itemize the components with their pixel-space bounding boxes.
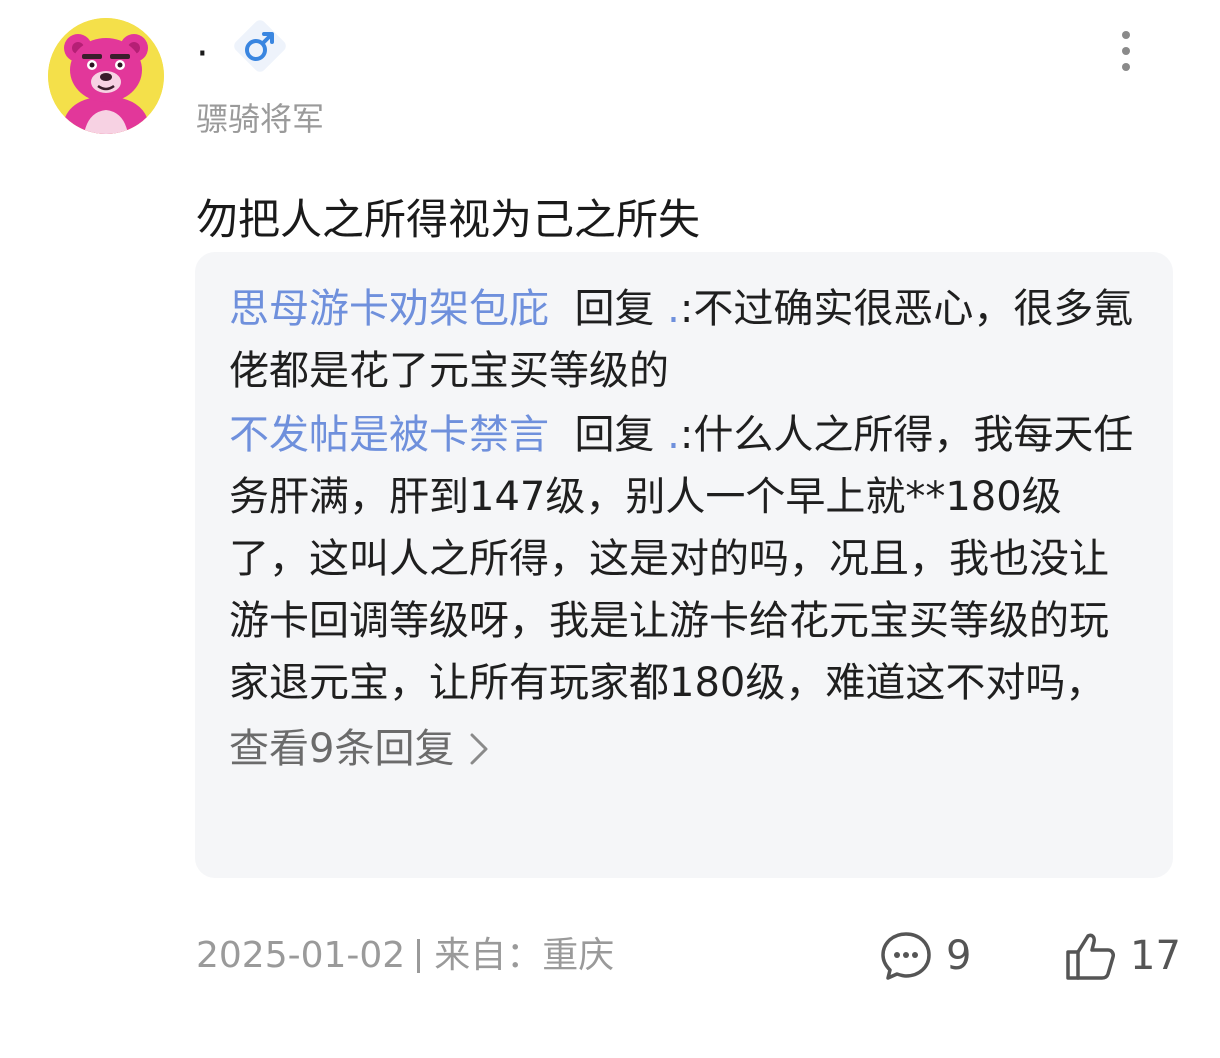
more-options-button[interactable] xyxy=(1106,26,1146,76)
view-more-replies-link[interactable]: 查看9条回复 xyxy=(229,718,494,780)
view-more-replies-label: 查看9条回复 xyxy=(229,726,455,772)
bear-avatar-icon xyxy=(48,18,164,134)
reply-item[interactable]: 不发帖是被卡禁言 回复 .:什么人之所得，我每天任务肝满，肝到147级，别人一个… xyxy=(229,404,1139,714)
reply-preview-card[interactable]: 思母游卡劝架包庇 回复 .:不过确实很恶心，很多氪佬都是花了元宝买等级的 不发帖… xyxy=(195,252,1173,878)
vertical-dots-icon xyxy=(1122,31,1130,71)
chevron-right-icon xyxy=(470,733,488,765)
reply-target-link[interactable]: . xyxy=(667,286,680,332)
user-name[interactable]: · xyxy=(196,30,209,78)
reply-separator: : xyxy=(679,286,694,332)
reply-action-label: 回复 xyxy=(574,286,655,332)
male-gender-icon xyxy=(228,14,292,78)
reply-action-label xyxy=(562,286,575,332)
comment-button[interactable]: 9 xyxy=(878,926,971,986)
like-button[interactable]: 17 xyxy=(1062,926,1181,986)
reply-target-link[interactable]: . xyxy=(667,412,680,458)
user-title-badge: 骠骑将军 xyxy=(196,100,325,138)
like-count: 17 xyxy=(1130,933,1181,979)
comment-bubble-icon xyxy=(881,932,931,980)
reply-action-label xyxy=(562,412,575,458)
reply-separator: : xyxy=(679,412,694,458)
comment-count: 9 xyxy=(946,933,972,979)
reply-action-label: 回复 xyxy=(574,412,655,458)
post-text: 勿把人之所得视为己之所失 xyxy=(196,195,701,244)
post-meta: 2025-01-02 来自：重庆 xyxy=(196,932,614,980)
post-location: 来自：重庆 xyxy=(434,935,615,976)
thumbs-up-icon xyxy=(1066,933,1115,980)
reply-item[interactable]: 思母游卡劝架包庇 回复 .:不过确实很恶心，很多氪佬都是花了元宝买等级的 xyxy=(229,278,1139,402)
reply-author-link[interactable]: 不发帖是被卡禁言 xyxy=(229,412,549,458)
post-date: 2025-01-02 xyxy=(196,935,406,976)
reply-author-link[interactable]: 思母游卡劝架包庇 xyxy=(229,286,549,332)
avatar[interactable] xyxy=(48,18,164,134)
meta-divider xyxy=(417,939,421,973)
